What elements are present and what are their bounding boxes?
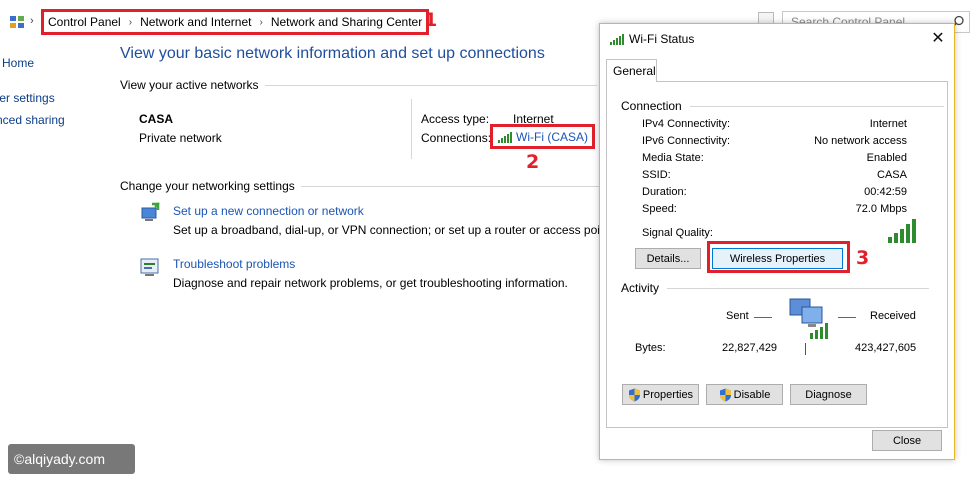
divider xyxy=(264,84,597,86)
wifi-signal-icon xyxy=(610,34,624,45)
troubleshoot-icon xyxy=(140,258,159,276)
connection-group-label: Connection xyxy=(621,99,682,113)
nav-change-advanced-sharing[interactable]: nced sharing xyxy=(0,113,65,127)
change-settings-heading-text: Change your networking settings xyxy=(120,179,295,193)
ssid-value: CASA xyxy=(877,169,907,181)
watermark: ©alqiyady.com xyxy=(8,444,135,474)
wifi-connection-link-box: Wi-Fi (CASA) xyxy=(490,124,595,149)
divider xyxy=(667,287,930,289)
access-type-label: Access type: xyxy=(421,112,490,126)
active-networks-heading-text: View your active networks xyxy=(120,78,259,92)
divider xyxy=(689,105,944,107)
nav-change-adapter-settings[interactable]: ter settings xyxy=(0,91,55,105)
control-panel-icon[interactable] xyxy=(9,14,25,30)
breadcrumb-network-and-internet[interactable]: Network and Internet xyxy=(140,15,251,29)
signal-quality-bars-icon xyxy=(888,219,916,243)
signal-quality-label: Signal Quality: xyxy=(642,227,713,239)
uac-shield-icon xyxy=(628,388,640,401)
callout-number-1: 1 xyxy=(424,9,438,31)
chevron-right-icon[interactable]: › xyxy=(30,15,34,27)
ssid-label: SSID: xyxy=(642,169,671,181)
properties-button-label: Properties xyxy=(642,388,694,401)
received-label: Received xyxy=(870,310,916,322)
callout-number-2: 2 xyxy=(526,151,540,173)
close-button[interactable]: Close xyxy=(872,430,942,451)
network-name: CASA xyxy=(139,112,174,126)
new-connection-icon xyxy=(141,202,160,221)
network-activity-icon xyxy=(789,298,828,339)
sent-label: Sent xyxy=(726,310,749,322)
divider xyxy=(411,99,412,159)
bytes-sent-value: 22,827,429 xyxy=(722,342,778,354)
callout-number-3: 3 xyxy=(856,247,870,269)
disable-button[interactable]: Disable xyxy=(706,384,783,405)
troubleshoot-problems-link[interactable]: Troubleshoot problems xyxy=(173,257,295,271)
activity-group-label: Activity xyxy=(621,281,660,295)
tab-general[interactable]: General xyxy=(606,59,657,82)
disable-button-label: Disable xyxy=(733,388,771,401)
diagnose-button[interactable]: Diagnose xyxy=(790,384,867,405)
breadcrumb-control-panel[interactable]: Control Panel xyxy=(48,15,121,29)
setup-new-connection-link[interactable]: Set up a new connection or network xyxy=(173,204,364,218)
bytes-label: Bytes: xyxy=(635,342,666,354)
dialog-titlebar[interactable]: Wi-Fi Status ✕ xyxy=(600,24,954,54)
ipv6-connectivity-label: IPv6 Connectivity: xyxy=(642,135,731,147)
speed-value: 72.0 Mbps xyxy=(855,203,907,215)
bytes-received-value: 423,427,605 xyxy=(855,342,917,354)
activity-group-heading: Activity xyxy=(621,281,930,295)
active-networks-heading: View your active networks xyxy=(120,78,597,92)
nav-control-panel-home[interactable]: l Home xyxy=(0,56,34,70)
divider xyxy=(754,317,772,318)
connections-label: Connections: xyxy=(421,131,492,145)
connection-group-heading: Connection xyxy=(621,99,944,113)
wifi-connection-link[interactable]: Wi-Fi (CASA) xyxy=(516,130,588,144)
dialog-title: Wi-Fi Status xyxy=(629,32,695,46)
media-state-label: Media State: xyxy=(642,152,704,164)
chevron-right-icon[interactable]: › xyxy=(129,17,132,28)
properties-button[interactable]: Properties xyxy=(622,384,699,405)
divider xyxy=(805,343,806,355)
breadcrumb: Control Panel › Network and Internet › N… xyxy=(41,9,430,35)
chevron-right-icon[interactable]: › xyxy=(259,17,262,28)
page-title: View your basic network information and … xyxy=(120,45,545,62)
troubleshoot-problems-description: Diagnose and repair network problems, or… xyxy=(173,276,568,290)
setup-new-connection-description: Set up a broadband, dial-up, or VPN conn… xyxy=(173,223,614,237)
close-icon[interactable]: ✕ xyxy=(928,29,948,49)
breadcrumb-network-and-sharing-center[interactable]: Network and Sharing Center xyxy=(271,15,422,29)
divider xyxy=(838,317,856,318)
details-button[interactable]: Details... xyxy=(635,248,701,269)
divider xyxy=(300,185,601,187)
duration-label: Duration: xyxy=(642,186,687,198)
duration-value: 00:42:59 xyxy=(864,186,907,198)
ipv4-connectivity-value: Internet xyxy=(869,118,907,130)
ipv6-connectivity-value: No network access xyxy=(814,135,907,147)
speed-label: Speed: xyxy=(642,203,677,215)
media-state-value: Enabled xyxy=(866,152,907,164)
change-settings-heading: Change your networking settings xyxy=(120,179,601,193)
wifi-signal-icon xyxy=(498,131,512,143)
ipv4-connectivity-label: IPv4 Connectivity: xyxy=(642,118,731,130)
network-category: Private network xyxy=(139,131,222,145)
wireless-properties-highlight xyxy=(707,241,850,273)
uac-shield-icon xyxy=(719,388,731,401)
